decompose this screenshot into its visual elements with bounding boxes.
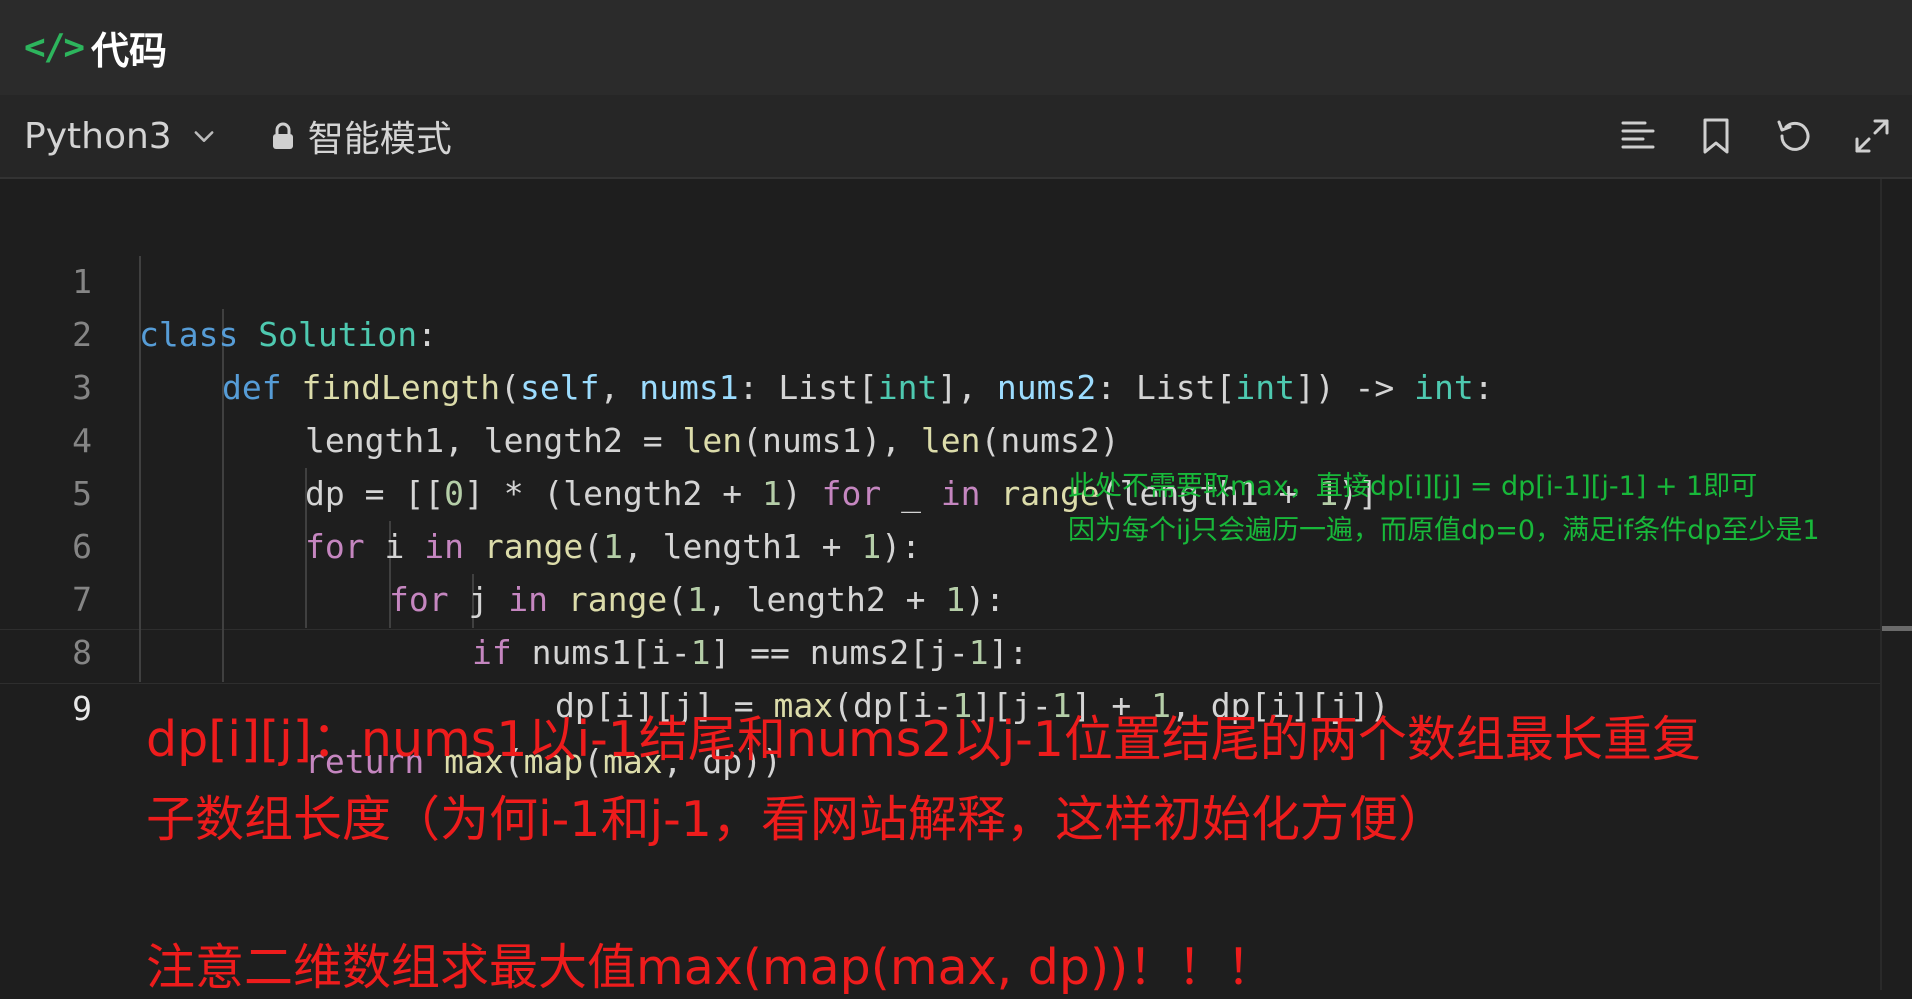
code-line-3[interactable]: 3 length1, length2 = len(nums1), len(num… [0, 308, 1880, 460]
editor-toolbar: Python3 智能模式 [0, 95, 1912, 179]
mode-label: 智能模式 [307, 119, 452, 160]
lock-icon [272, 122, 293, 149]
code-line-2[interactable]: 2 def findLength(self, nums1: List[int],… [0, 255, 1880, 407]
code-line-5[interactable]: 5 for i in range(1, length1 + 1): [0, 414, 1880, 566]
reset-icon[interactable] [1774, 116, 1814, 156]
smart-mode-toggle[interactable]: 智能模式 [270, 110, 452, 162]
code-line-4[interactable]: 4 dp = [[0] * (length2 + 1) for _ in ran… [0, 361, 1880, 513]
scrollbar-thumb[interactable] [1882, 626, 1912, 631]
annotation-note-line-1: 此处不需要取max，直接dp[i][j] = dp[i-1][j-1] + 1即… [1068, 471, 1758, 502]
annotation-note-line-2: 因为每个ij只会遍历一遍，而原值dp=0，满足if条件dp至少是1 [1068, 515, 1820, 546]
annotation-red-line-1: dp[i][j]：nums1以i-1结尾和nums2以j-1位置结尾的两个数组最… [146, 711, 1701, 768]
format-icon[interactable] [1618, 116, 1658, 156]
code-line-8[interactable]: 8 dp[i][j] = max(dp[i-1][j-1] + 1, dp[i]… [0, 573, 1880, 725]
language-select[interactable]: Python3 [24, 116, 218, 157]
fullscreen-icon[interactable] [1852, 116, 1892, 156]
annotation-red-line-3: 注意二维数组求最大值max(map(max, dp))！！！ [146, 939, 1276, 996]
code-line-1[interactable]: 1 class Solution: [0, 202, 1880, 354]
annotation-red-line-2: 子数组长度（为何i-1和j-1，看网站解释，这样初始化方便） [146, 791, 1447, 848]
bookmark-icon[interactable] [1696, 116, 1736, 156]
vertical-scrollbar[interactable] [1880, 179, 1912, 990]
line-number: 9 [72, 689, 92, 728]
panel-title: 代码 [91, 29, 168, 73]
code-icon: </> [24, 27, 85, 68]
panel-header: </> 代码 [0, 0, 1912, 95]
chevron-down-icon [194, 131, 214, 142]
code-line-9[interactable]: 9 return max(map(max, dp)) [0, 629, 1880, 781]
language-label: Python3 [24, 115, 172, 157]
